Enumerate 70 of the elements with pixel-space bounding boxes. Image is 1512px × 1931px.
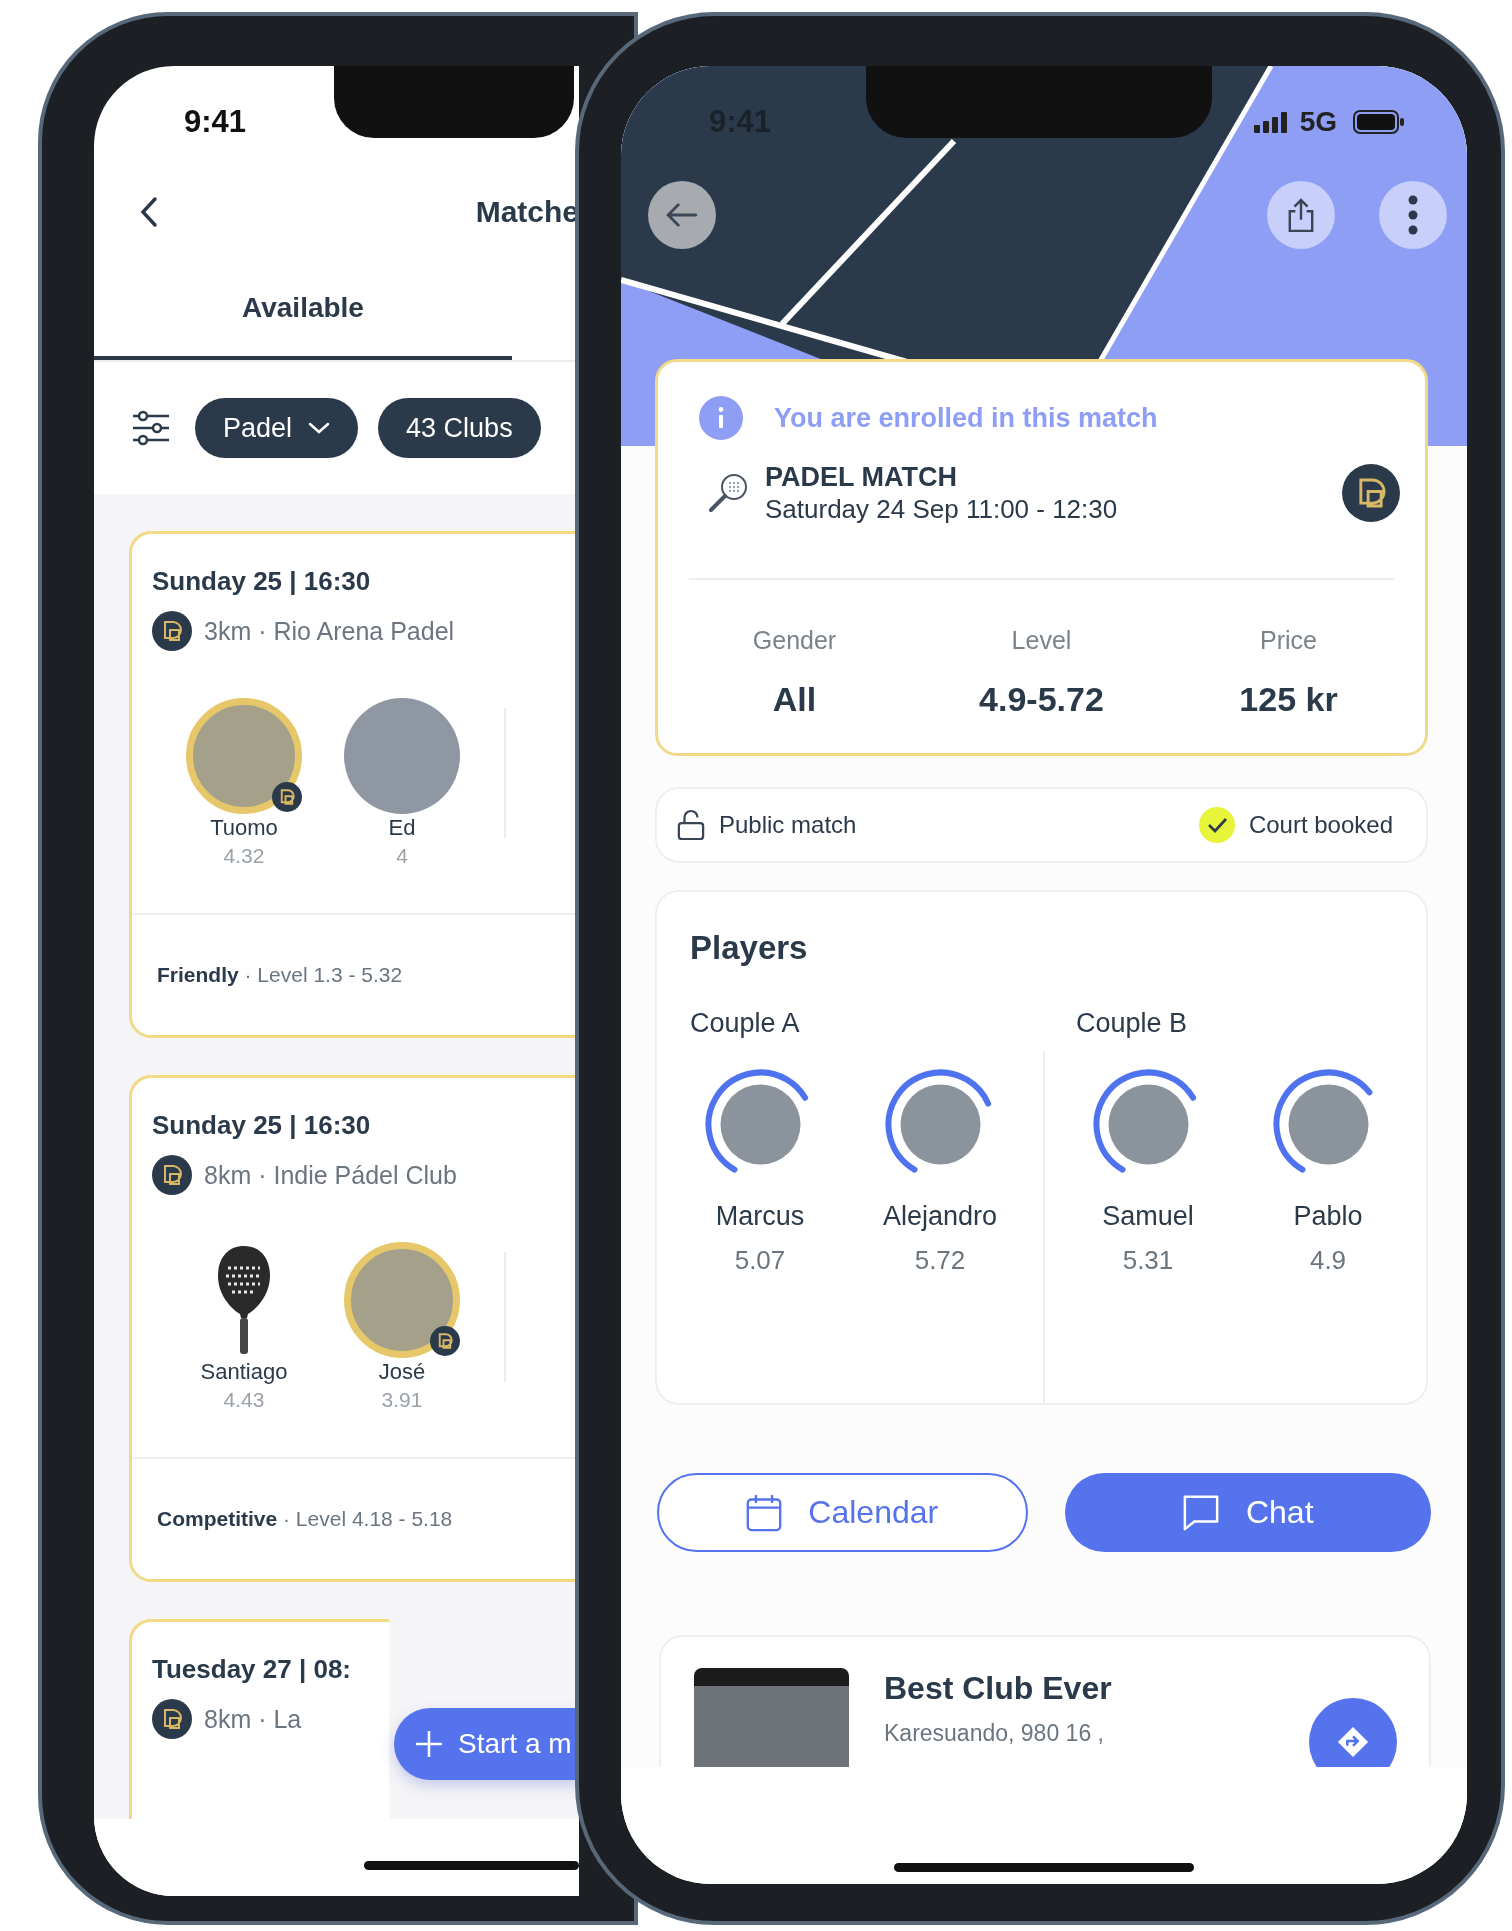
player-rating: 4.32 [223,843,265,869]
directions-icon [1336,1725,1370,1759]
player-rating: 4.43 [223,1387,265,1413]
match-location: 8km · La [204,1704,302,1734]
couple-label: Couple A [689,1007,801,1040]
section-title: Players [689,930,809,966]
player-rating: 3.91 [381,1387,423,1413]
player-name: Santiago [200,1358,288,1386]
player-name: Samuel [1102,1200,1194,1233]
club-logo-icon [152,1699,192,1739]
match-title: PADEL MATCH [765,461,958,493]
club-logo-icon [1342,464,1400,522]
match-date: Tuesday 27 | 08: [152,1654,352,1684]
tag-label: Public match [719,811,857,839]
club-name: Best Club Ever [884,1669,1113,1708]
back-chevron-icon[interactable] [139,196,159,228]
plus-icon [414,1729,444,1759]
chat-button[interactable]: Chat [1064,1473,1431,1552]
player-rating: 4 [396,843,408,869]
match-date: Sunday 25 | 16:30 [152,1110,372,1140]
club-logo-icon [152,1155,192,1195]
stat-label: Gender [752,625,837,655]
match-date: Sunday 25 | 16:30 [152,566,372,596]
player-name: Marcus [715,1200,805,1233]
chat-bubble-icon [1181,1493,1220,1532]
share-icon [1287,197,1315,233]
match-location: 3km · Rio Arena Padel [204,616,455,646]
calendar-button[interactable]: Calendar [657,1473,1028,1552]
player-name: Pablo [1293,1200,1363,1233]
calendar-icon [746,1493,783,1532]
lock-open-icon [677,809,705,841]
info-icon [699,396,743,440]
tag-label: Court booked [1248,811,1393,839]
player-name: Ed [388,814,416,842]
match-location: 8km · Indie Pádel Club [204,1160,457,1190]
network-label: 5G [1299,106,1337,138]
match-type-level: Friendly · Level 1.3 - 5.32 [157,963,403,987]
stat-label: Level [1011,625,1072,655]
player-rating: 4.9 [1309,1244,1347,1277]
enrolled-notice: You are enrolled in this match [774,402,1158,434]
tab[interactable]: Available [94,260,512,360]
player-name: Tuomo [210,814,278,842]
match-type-level: Competitive · Level 4.18 - 5.18 [157,1507,453,1531]
back-arrow-icon [666,203,698,227]
club-card[interactable]: Best Club Ever Karesuando, 980 16 , [659,1635,1431,1767]
match-datetime: Saturday 24 Sep 11:00 - 12:30 [765,493,1119,525]
player-rating: 5.07 [734,1244,786,1277]
racket-icon [706,471,750,515]
directions-button[interactable] [1309,1698,1397,1767]
player-name: Alejandro [882,1200,998,1233]
more-dots-icon [1408,195,1418,235]
player-name: José [378,1358,426,1386]
filter-sliders-icon[interactable] [131,408,171,448]
filter-chip[interactable]: 43 Clubs [378,398,541,458]
status-time: 9:41 [184,104,247,140]
club-address: Karesuando, 980 16 , [884,1719,1105,1748]
battery-icon [1353,110,1405,134]
club-logo-icon [152,611,192,651]
stat-value: 125 kr [1239,679,1338,719]
stat-value: All [772,679,817,719]
caret-icon [308,422,331,434]
stat-label: Price [1260,625,1317,655]
check-icon [1198,807,1235,843]
filter-chip[interactable]: Padel [195,398,359,458]
stat-value: 4.9-5.72 [979,679,1104,719]
screen-title: Matche [475,195,579,229]
match-card[interactable]: Tuesday 27 | 08: 8km · La [129,1619,389,1819]
player-rating: 5.31 [1122,1244,1174,1277]
couple-label: Couple B [1075,1007,1189,1040]
player-rating: 5.72 [914,1244,966,1277]
